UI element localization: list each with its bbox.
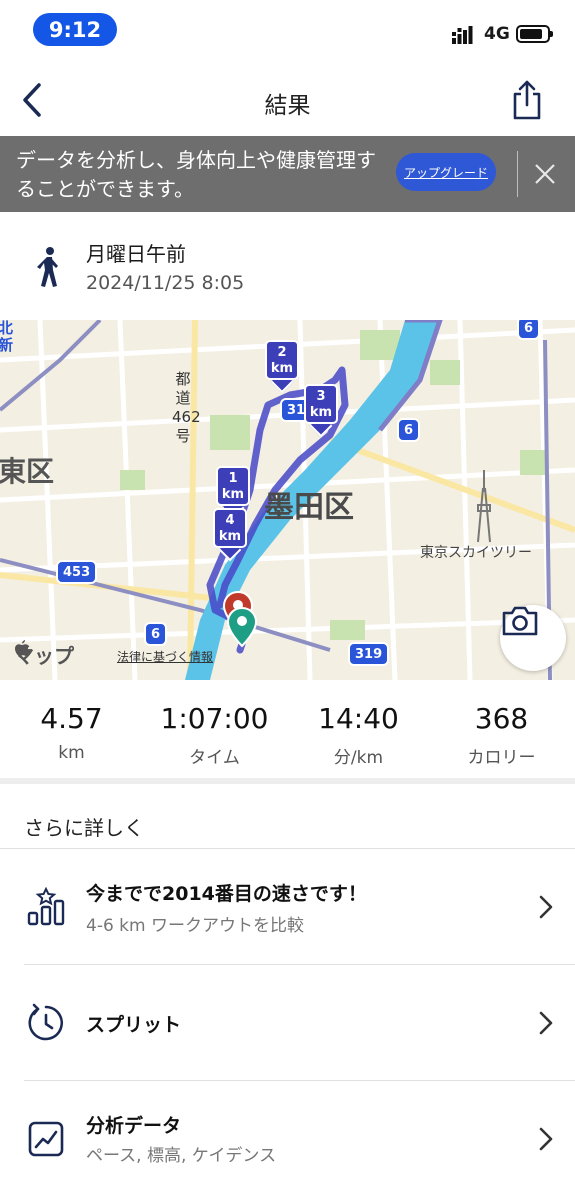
detail-row-analysis[interactable]: 分析データ ペース, 標高, ケイデンス: [0, 1081, 575, 1197]
workout-title: 月曜日午前: [86, 242, 186, 266]
signal-strength-icon: [452, 26, 473, 44]
network-type: 4G: [484, 24, 510, 44]
km-marker-4[interactable]: 4 km: [213, 508, 247, 562]
road-badge: 453: [56, 560, 98, 584]
banner-close-button[interactable]: [526, 154, 564, 194]
split-timer-icon: [28, 1003, 63, 1041]
detail-row-splits[interactable]: スプリット: [0, 965, 575, 1081]
close-icon: [535, 164, 555, 184]
stat-label: カロリー: [467, 748, 536, 768]
route-map[interactable]: 東区 墨田区 東京スカイツリー 都道462号 北新 6 6 6 453 319 …: [0, 320, 575, 680]
workout-header: 月曜日午前 2024/11/25 8:05: [0, 212, 575, 320]
map-road-label: 都道462号: [172, 370, 201, 445]
status-time: 9:12: [33, 13, 117, 46]
km-marker-2[interactable]: 2 km: [265, 340, 299, 394]
stat-value: 368: [474, 702, 529, 735]
road-badge: 319: [348, 642, 390, 666]
camera-button[interactable]: [500, 605, 566, 671]
apple-logo-icon: [15, 640, 30, 656]
km-marker-3[interactable]: 3 km: [304, 384, 338, 438]
status-bar: 9:12 4G: [0, 0, 575, 64]
stat-distance: 4.57 km: [0, 680, 143, 778]
stat-label: km: [58, 743, 85, 763]
map-brand: マップ: [14, 640, 74, 669]
banner-message: データを分析し、身体向上や健康管理することができます。: [16, 148, 376, 201]
end-pin-icon: [226, 606, 258, 648]
section-title-details: さらに詳しく: [24, 816, 144, 840]
stat-value: 4.57: [40, 702, 103, 735]
upgrade-banner: データを分析し、身体向上や健康管理することができます。 アップグレード: [0, 136, 575, 212]
upgrade-button[interactable]: アップグレード: [396, 153, 496, 191]
camera-icon: [502, 606, 538, 636]
share-button[interactable]: [505, 74, 549, 126]
walking-icon: [37, 247, 58, 287]
workout-stats: 4.57 km 1:07:00 タイム 14:40 分/km 368 カロリー: [0, 680, 575, 784]
road-badge: 6: [144, 622, 168, 646]
road-badge: 6: [517, 320, 541, 340]
battery-icon: [516, 25, 553, 43]
detail-subtitle: ペース, 標高, ケイデンス: [86, 1146, 277, 1166]
analysis-chart-icon: [28, 1121, 64, 1157]
detail-title: スプリット: [86, 1014, 182, 1036]
stat-label: タイム: [189, 748, 240, 768]
ranking-chart-icon: [27, 887, 65, 926]
chevron-right-icon: [539, 1127, 553, 1151]
stat-pace: 14:40 分/km: [287, 680, 430, 778]
detail-subtitle: 4-6 km ワークアウトを比較: [86, 916, 304, 936]
workout-datetime: 2024/11/25 8:05: [86, 272, 245, 294]
nav-bar: 結果: [0, 64, 575, 136]
detail-title: 今までで2014番目の速さです！: [86, 883, 367, 905]
stat-time: 1:07:00 タイム: [143, 680, 286, 778]
map-corner-label: 北新: [0, 320, 14, 354]
detail-row-ranking[interactable]: 今までで2014番目の速さです！ 4-6 km ワークアウトを比較: [0, 849, 575, 965]
stat-calories: 368 カロリー: [430, 680, 573, 778]
chevron-right-icon: [539, 1011, 553, 1035]
road-badge: 6: [397, 418, 421, 442]
page-title: 結果: [264, 93, 311, 119]
map-landmark-skytree: 東京スカイツリー: [420, 545, 532, 561]
stat-value: 14:40: [318, 702, 399, 735]
km-marker-1[interactable]: 1 km: [216, 466, 250, 520]
share-icon: [513, 80, 541, 120]
map-legal-link[interactable]: 法律に基づく情報: [117, 648, 213, 665]
stat-value: 1:07:00: [160, 702, 269, 735]
stat-label: 分/km: [333, 748, 384, 768]
detail-title: 分析データ: [86, 1115, 182, 1137]
banner-divider: [517, 151, 518, 197]
map-ward-label-left: 東区: [0, 455, 55, 488]
map-ward-label-sumida: 墨田区: [264, 490, 354, 525]
chevron-right-icon: [539, 895, 553, 919]
